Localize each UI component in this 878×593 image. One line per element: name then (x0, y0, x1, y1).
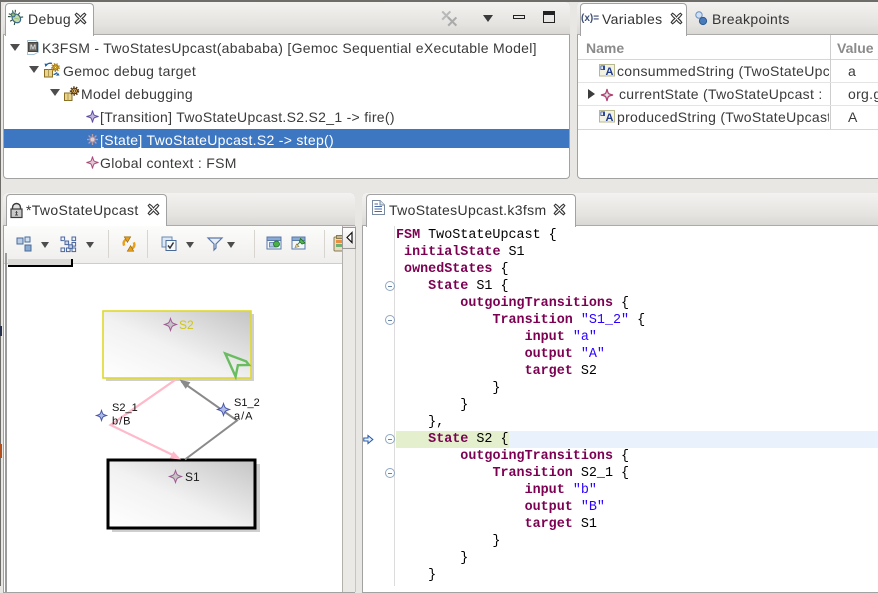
svg-text:b/B: b/B (112, 416, 132, 428)
svg-text:a/A: a/A (234, 411, 254, 423)
svg-text:A: A (606, 66, 614, 77)
svg-text:M: M (30, 43, 36, 52)
svg-text:S1: S1 (185, 470, 200, 484)
svg-text:S2: S2 (179, 318, 194, 332)
svg-text:S1_2: S1_2 (234, 397, 260, 409)
svg-text:S2_1: S2_1 (112, 402, 138, 414)
svg-text:A: A (606, 112, 614, 123)
